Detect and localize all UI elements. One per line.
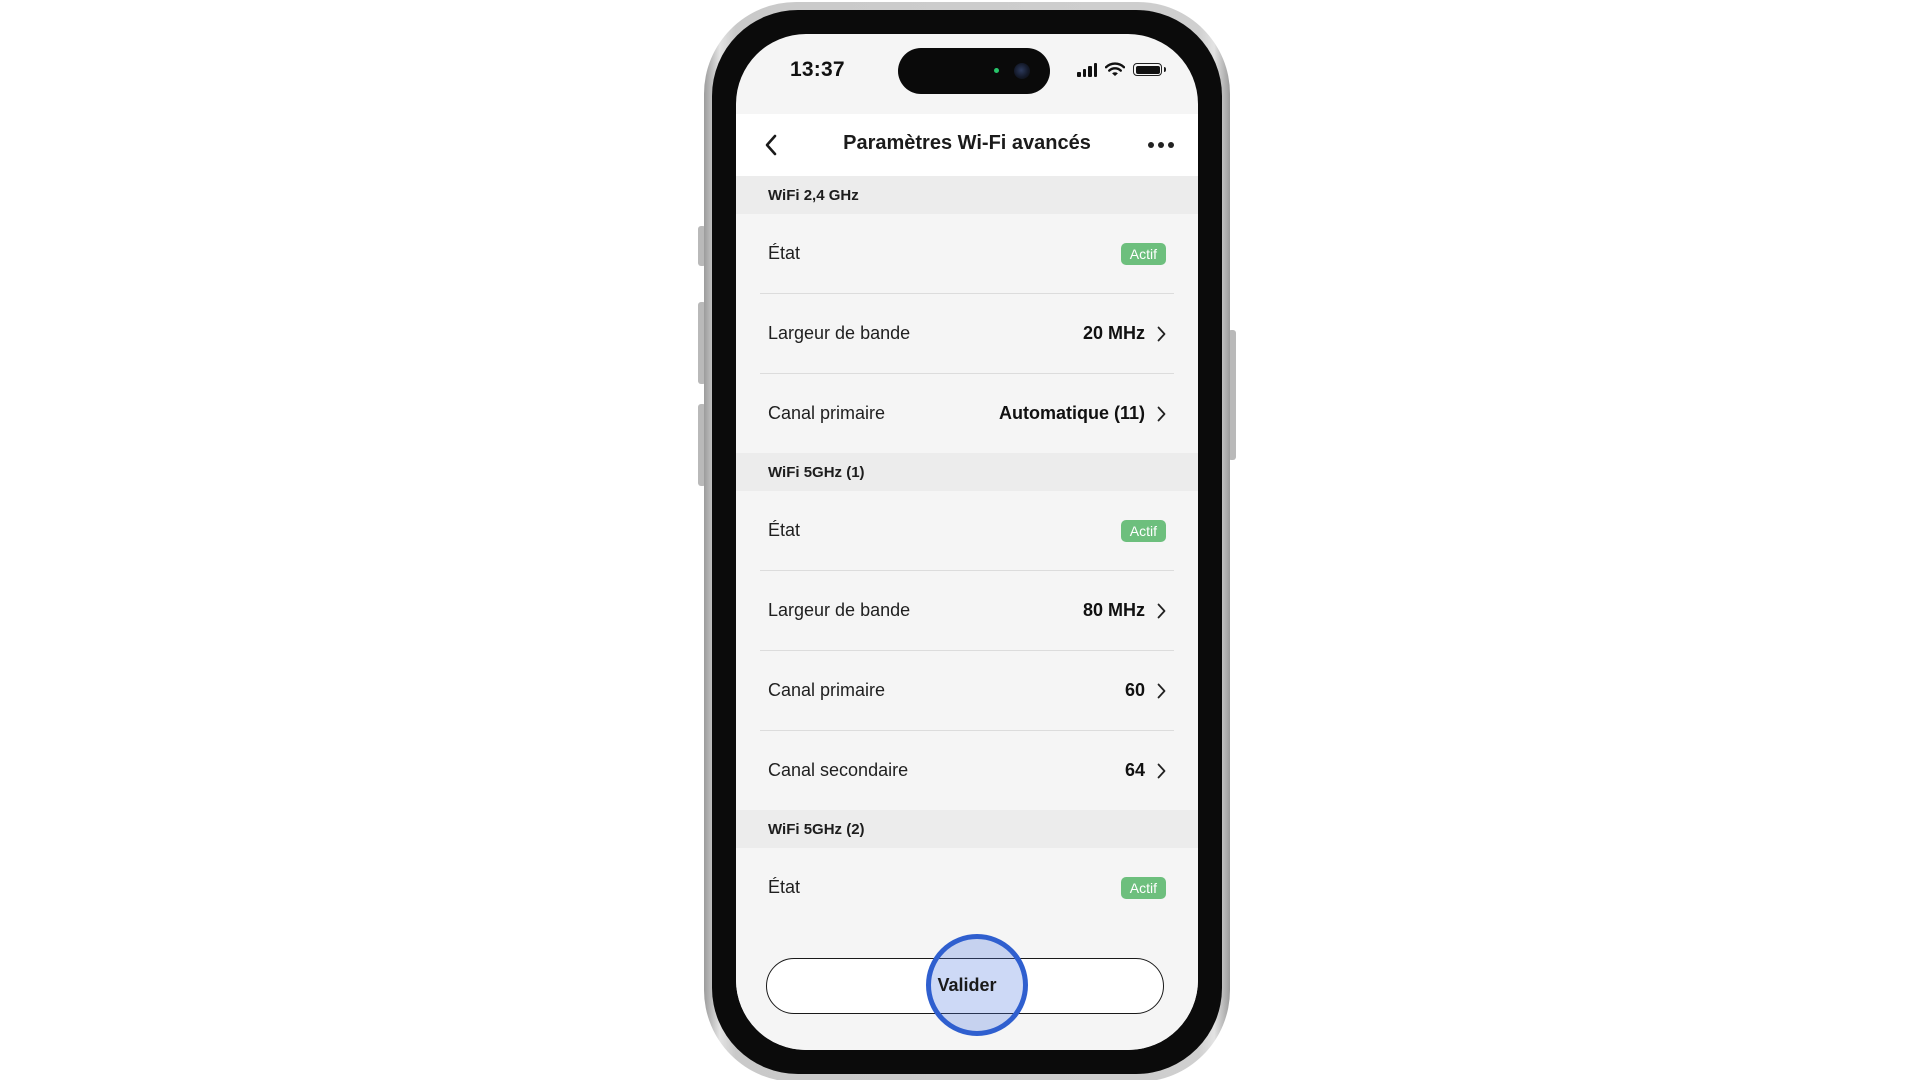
row-value: 64 xyxy=(1124,760,1145,780)
row-label: État xyxy=(768,243,801,263)
footer: Valider xyxy=(736,920,1198,1050)
row-wifi-24-state[interactable]: État Actif xyxy=(760,214,1174,294)
row-wifi-5-1-bandwidth[interactable]: Largeur de bande 80 MHz xyxy=(760,571,1174,651)
chevron-right-icon xyxy=(1157,326,1166,342)
back-button[interactable] xyxy=(756,130,786,160)
row-label: Canal primaire xyxy=(768,680,886,700)
chevron-right-icon xyxy=(1157,603,1166,619)
page-title: Paramètres Wi-Fi avancés xyxy=(843,132,1091,154)
row-value: 80 MHz xyxy=(1082,600,1145,620)
section-header-wifi-5-2: WiFi 5GHz (2) xyxy=(736,810,1198,848)
more-options-button[interactable] xyxy=(1144,132,1178,158)
row-wifi-5-1-secondary-channel[interactable]: Canal secondaire 64 xyxy=(760,731,1174,810)
phone-bezel: 13:37 Paramètres Wi-Fi avancés WiFi 2,4 … xyxy=(712,10,1222,1074)
row-label: État xyxy=(768,520,801,540)
status-badge: Actif xyxy=(1120,242,1166,265)
front-camera-icon xyxy=(1014,63,1030,79)
chevron-right-icon xyxy=(1157,683,1166,699)
phone-screen: 13:37 Paramètres Wi-Fi avancés WiFi 2,4 … xyxy=(736,34,1198,1050)
navigation-bar: Paramètres Wi-Fi avancés xyxy=(736,114,1198,176)
row-value: 60 xyxy=(1124,680,1145,700)
row-wifi-24-primary-channel[interactable]: Canal primaire Automatique (11) xyxy=(760,374,1174,453)
chevron-left-icon xyxy=(765,134,777,156)
row-value: 20 MHz xyxy=(1082,323,1145,343)
tap-indicator xyxy=(926,934,1028,1036)
status-time: 13:37 xyxy=(790,58,845,81)
phone-frame: 13:37 Paramètres Wi-Fi avancés WiFi 2,4 … xyxy=(704,2,1230,1080)
section-header-wifi-24: WiFi 2,4 GHz xyxy=(736,176,1198,214)
row-label: Canal secondaire xyxy=(768,760,909,780)
chevron-right-icon xyxy=(1157,406,1166,422)
cellular-signal-icon xyxy=(1077,62,1097,77)
settings-list: WiFi 2,4 GHz État Actif Largeur de bande… xyxy=(736,176,1198,920)
stage: 13:37 Paramètres Wi-Fi avancés WiFi 2,4 … xyxy=(0,0,1920,1080)
row-label: Largeur de bande xyxy=(768,323,911,343)
status-badge: Actif xyxy=(1120,519,1166,542)
row-wifi-5-1-primary-channel[interactable]: Canal primaire 60 xyxy=(760,651,1174,731)
row-wifi-5-2-state[interactable]: État Actif xyxy=(760,848,1174,920)
dynamic-island xyxy=(898,48,1050,94)
row-value: Automatique (11) xyxy=(998,403,1145,423)
chevron-right-icon xyxy=(1157,763,1166,779)
row-wifi-24-bandwidth[interactable]: Largeur de bande 20 MHz xyxy=(760,294,1174,374)
row-label: Largeur de bande xyxy=(768,600,911,620)
status-badge: Actif xyxy=(1120,876,1166,899)
privacy-indicator-icon xyxy=(994,68,999,73)
row-wifi-5-1-state[interactable]: État Actif xyxy=(760,491,1174,571)
battery-icon xyxy=(1133,63,1166,76)
section-header-wifi-5-1: WiFi 5GHz (1) xyxy=(736,453,1198,491)
more-horizontal-icon xyxy=(1148,142,1154,148)
row-label: Canal primaire xyxy=(768,403,886,423)
status-icons xyxy=(1077,62,1166,77)
row-label: État xyxy=(768,877,801,897)
wifi-icon xyxy=(1105,62,1125,76)
